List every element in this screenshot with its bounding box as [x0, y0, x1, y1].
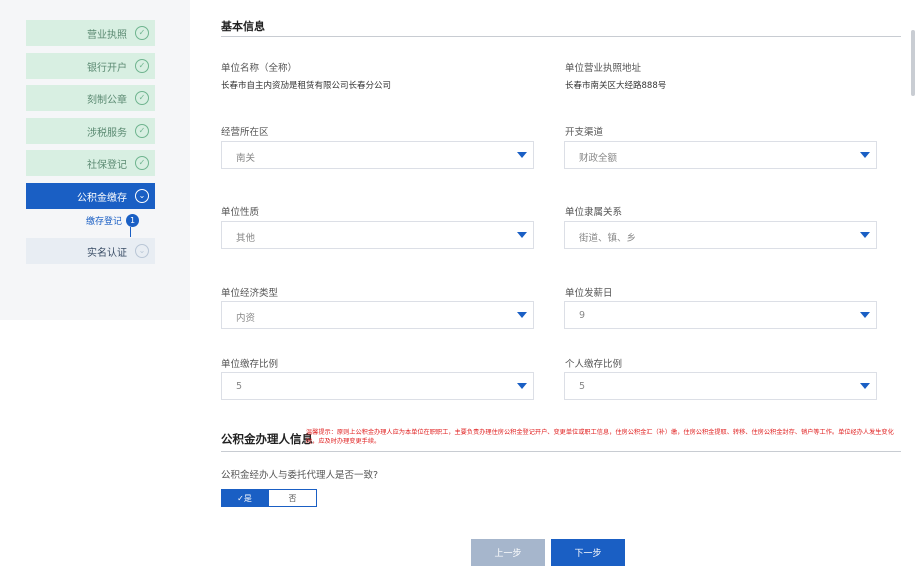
previous-step-button[interactable]: 上一步 [471, 539, 545, 566]
caret-down-icon [860, 232, 870, 238]
sidebar-item-housing-fund[interactable]: 公积金缴存 ⌄ [26, 183, 155, 209]
select-value: 财政全额 [579, 153, 618, 164]
select-value: 9 [579, 310, 586, 321]
next-step-button[interactable]: 下一步 [551, 539, 625, 566]
caret-down-icon [517, 383, 527, 389]
economic-type-select[interactable]: 内资 [221, 301, 534, 329]
unit-nature-label: 单位性质 [221, 207, 260, 218]
sidebar-item-label: 涉税服务 [87, 127, 127, 139]
step-badge: 1 [126, 214, 140, 227]
yes-button[interactable]: ✓是 [221, 489, 268, 507]
unit-name-value: 长春市自主内资劢是租赁有限公司长春分公司 [221, 81, 392, 91]
select-value: 南关 [236, 153, 256, 164]
check-circle-icon: ✓ [135, 124, 149, 138]
section-title-basic-info: 基本信息 [221, 20, 265, 33]
no-button[interactable]: 否 [268, 489, 317, 507]
sidebar: 营业执照 ✓ 银行开户 ✓ 刻制公章 ✓ 涉税服务 ✓ 社保登记 ✓ 公积金缴存… [0, 0, 190, 320]
district-label: 经营所在区 [221, 127, 269, 138]
caret-down-icon [860, 383, 870, 389]
caret-down-icon [517, 312, 527, 318]
select-value: 5 [236, 381, 243, 392]
unit-ratio-select[interactable]: 5 [221, 372, 534, 400]
chevron-down-circle-icon: ⌄ [135, 244, 149, 258]
warning-notice: 温馨提示：原则上公积金办理人应为本单位在职职工，主要负责办理住房公积金登记开户、… [306, 429, 894, 445]
address-value: 长春市南关区大经路888号 [565, 81, 667, 91]
sidebar-subitem-deposit-registration[interactable]: 缴存登记 1 [86, 214, 140, 227]
sidebar-item-tax[interactable]: 涉税服务 ✓ [26, 118, 155, 144]
payday-select[interactable]: 9 [564, 301, 877, 329]
unit-ratio-label: 单位缴存比例 [221, 359, 279, 370]
affiliation-label: 单位隶属关系 [565, 207, 623, 218]
personal-ratio-label: 个人缴存比例 [565, 359, 623, 370]
sidebar-item-seal[interactable]: 刻制公章 ✓ [26, 85, 155, 111]
economic-type-label: 单位经济类型 [221, 288, 279, 299]
district-select[interactable]: 南关 [221, 141, 534, 169]
select-value: 街道、镇、乡 [579, 233, 637, 244]
check-circle-icon: ✓ [135, 26, 149, 40]
sidebar-item-label: 实名认证 [87, 247, 127, 259]
divider [221, 451, 901, 452]
sidebar-subitem-label: 缴存登记 [86, 217, 123, 227]
scrollbar[interactable] [911, 30, 915, 96]
agent-consistency-question: 公积金经办人与委托代理人是否一致? [221, 470, 379, 481]
sidebar-item-real-name[interactable]: 实名认证 ⌄ [26, 238, 155, 264]
step-connector [130, 227, 131, 237]
sidebar-item-business-license[interactable]: 营业执照 ✓ [26, 20, 155, 46]
sidebar-item-label: 银行开户 [87, 62, 127, 74]
unit-nature-select[interactable]: 其他 [221, 221, 534, 249]
divider [221, 36, 901, 37]
sidebar-item-label: 公积金缴存 [77, 192, 127, 204]
sidebar-item-bank-account[interactable]: 银行开户 ✓ [26, 53, 155, 79]
sidebar-item-label: 营业执照 [87, 29, 127, 41]
section-title-agent-info: 公积金办理人信息 [221, 432, 313, 446]
unit-name-label: 单位名称（全称） [221, 63, 298, 74]
sidebar-item-social-security[interactable]: 社保登记 ✓ [26, 150, 155, 176]
select-value: 其他 [236, 233, 256, 244]
address-label: 单位营业执照地址 [565, 63, 642, 74]
caret-down-icon [517, 152, 527, 158]
caret-down-icon [860, 152, 870, 158]
check-circle-icon: ✓ [135, 91, 149, 105]
caret-down-icon [860, 312, 870, 318]
sidebar-item-label: 刻制公章 [87, 94, 127, 106]
personal-ratio-select[interactable]: 5 [564, 372, 877, 400]
chevron-down-circle-icon: ⌄ [135, 189, 149, 203]
caret-down-icon [517, 232, 527, 238]
check-circle-icon: ✓ [135, 59, 149, 73]
sidebar-item-label: 社保登记 [87, 159, 127, 171]
select-value: 内资 [236, 313, 256, 324]
funding-channel-label: 开支渠道 [565, 127, 604, 138]
select-value: 5 [579, 381, 586, 392]
payday-label: 单位发薪日 [565, 288, 613, 299]
funding-channel-select[interactable]: 财政全额 [564, 141, 877, 169]
affiliation-select[interactable]: 街道、镇、乡 [564, 221, 877, 249]
check-circle-icon: ✓ [135, 156, 149, 170]
